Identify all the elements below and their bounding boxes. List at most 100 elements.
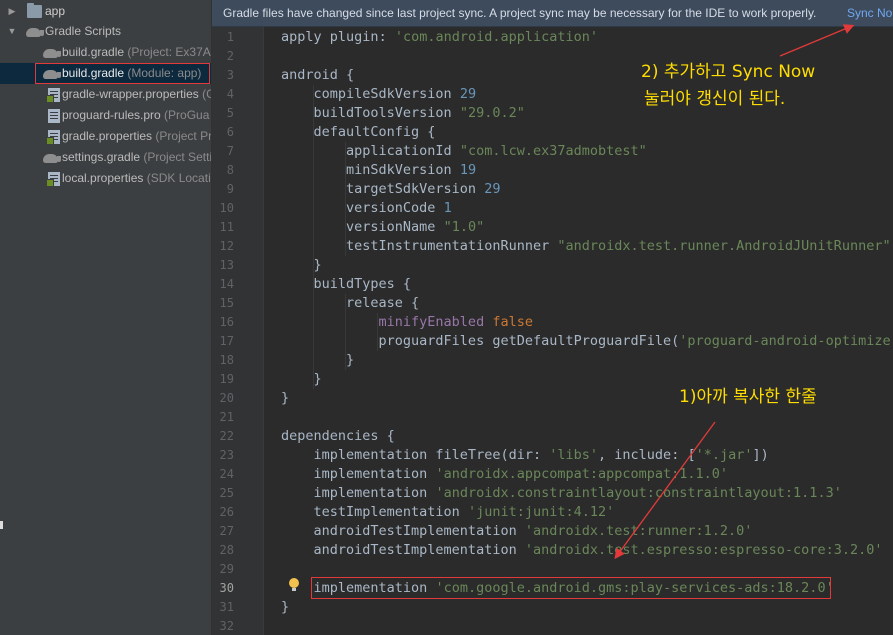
code-token: } <box>281 390 290 406</box>
chevron-right-icon[interactable]: ▶ <box>7 1 17 22</box>
code-line[interactable]: androidTestImplementation 'androidx.test… <box>281 522 753 541</box>
line-number: 5 <box>226 106 234 120</box>
tree-item-label: local.properties <box>62 171 144 185</box>
gradle-icon <box>26 28 44 37</box>
tree-item-hint: (Project Setti <box>140 150 211 164</box>
code-token: release { <box>281 295 420 311</box>
code-token: : <box>532 447 550 463</box>
gradle-icon <box>43 154 61 163</box>
code-line[interactable]: versionCode 1 <box>281 199 452 218</box>
gradle-icon <box>43 49 61 58</box>
code-token: false <box>492 314 533 330</box>
line-number: 9 <box>226 182 234 196</box>
tree-item-proguard-rules[interactable]: proguard-rules.pro (ProGua <box>0 105 211 126</box>
scroll-marker <box>0 521 3 529</box>
code-line[interactable]: applicationId "com.lcw.ex37admobtest" <box>281 142 647 161</box>
tree-item-hint: (Project Pr <box>152 129 211 143</box>
tree-item-build-gradle-module[interactable]: build.gradle (Module: app) <box>0 63 211 84</box>
tree-item-gradle-properties[interactable]: gradle.properties (Project Pr <box>0 126 211 147</box>
code-token: "29.0.2" <box>459 105 525 121</box>
code-token: } <box>281 257 322 273</box>
line-number: 25 <box>219 486 234 500</box>
code-token: "androidx.test.runner.AndroidJUnitRunner… <box>557 238 891 254</box>
code-line[interactable]: minifyEnabled false <box>281 313 533 332</box>
properties-file-icon <box>46 130 60 145</box>
code-token: minSdkVersion <box>281 162 460 178</box>
code-editor[interactable]: apply plugin: 'com.android.application' a… <box>265 27 893 635</box>
code-token: 'libs' <box>549 447 599 463</box>
tree-item-hint: (G <box>202 87 211 101</box>
tree-item-label: proguard-rules.pro <box>62 108 161 122</box>
tree-item-gradle-scripts[interactable]: ▼ Gradle Scripts <box>0 21 211 42</box>
line-number: 30 <box>219 581 234 595</box>
code-token: 29 <box>484 181 501 197</box>
code-token: "com.lcw.ex37admobtest" <box>459 143 647 159</box>
code-line[interactable]: dependencies { <box>281 427 395 446</box>
code-line[interactable]: implementation 'androidx.appcompat:appco… <box>281 465 729 484</box>
indent-guide <box>345 142 346 256</box>
code-line[interactable]: compileSdkVersion 29 <box>281 85 477 104</box>
sync-now-link[interactable]: Sync No <box>847 0 892 27</box>
code-line[interactable]: } <box>281 370 322 389</box>
code-line[interactable]: proguardFiles getDefaultProguardFile('pr… <box>281 332 893 351</box>
code-token: 'androidx.constraintlayout:constraintlay… <box>435 485 842 501</box>
code-line[interactable]: apply plugin: 'com.android.application' <box>281 28 598 47</box>
tree-item-label: gradle-wrapper.properties <box>62 87 199 101</box>
code-line[interactable]: implementation 'androidx.constraintlayou… <box>281 484 842 503</box>
code-token: androidTestImplementation <box>281 523 525 539</box>
code-line[interactable]: } <box>281 598 289 617</box>
code-token: } <box>281 599 290 615</box>
code-line[interactable]: buildToolsVersion "29.0.2" <box>281 104 525 123</box>
code-token: } <box>281 371 322 387</box>
tree-item-local-properties[interactable]: local.properties (SDK Locatio <box>0 168 211 189</box>
code-token: compileSdkVersion <box>281 86 460 102</box>
code-line[interactable]: android { <box>281 66 354 85</box>
sync-note-line2: 눌러야 갱신이 된다. <box>644 89 786 109</box>
code-token: apply <box>281 29 330 45</box>
tree-item-gradle-wrapper[interactable]: gradle-wrapper.properties (G <box>0 84 211 105</box>
code-token: 'androidx.appcompat:appcompat:1.1.0' <box>435 466 729 482</box>
tree-item-label: app <box>45 4 66 18</box>
code-line[interactable]: versionName "1.0" <box>281 218 484 237</box>
tree-item-build-gradle-project[interactable]: build.gradle (Project: Ex37A <box>0 42 211 63</box>
code-line[interactable]: } <box>281 256 322 275</box>
line-number: 2 <box>226 49 234 63</box>
code-line[interactable]: minSdkVersion 19 <box>281 161 476 180</box>
code-token: } <box>281 352 355 368</box>
code-line[interactable]: release { <box>281 294 419 313</box>
code-token: 19 <box>459 162 477 178</box>
code-line[interactable]: } <box>281 351 354 370</box>
code-token: ]) <box>752 447 769 463</box>
code-line[interactable]: buildTypes { <box>281 275 412 294</box>
line-number: 23 <box>219 448 234 462</box>
sync-note-line1: 2) 추가하고 Sync Now <box>641 62 816 82</box>
code-token: dir <box>508 447 533 463</box>
line-number: 15 <box>219 296 234 310</box>
chevron-down-icon[interactable]: ▼ <box>7 21 17 42</box>
tree-item-app[interactable]: ▶ app <box>0 1 211 22</box>
indent-guide <box>345 294 346 370</box>
code-token: 1 <box>443 200 452 216</box>
code-token: android { <box>281 67 355 83</box>
code-token: versionCode <box>281 200 444 216</box>
line-number: 8 <box>226 163 234 177</box>
properties-file-icon <box>46 172 60 187</box>
line-number: 32 <box>219 619 234 633</box>
tree-item-label: build.gradle <box>62 66 125 80</box>
code-line[interactable]: } <box>281 389 289 408</box>
code-line[interactable]: testInstrumentationRunner "androidx.test… <box>281 237 891 256</box>
code-line[interactable]: testImplementation 'junit:junit:4.12' <box>281 503 615 522</box>
added-line-highlight-box <box>311 577 831 599</box>
tree-item-settings-gradle[interactable]: settings.gradle (Project Setti <box>0 147 211 168</box>
code-line[interactable]: androidTestImplementation 'androidx.test… <box>281 541 883 560</box>
lightbulb-icon[interactable] <box>289 578 299 592</box>
tree-item-hint: (Project: Ex37A <box>124 45 211 59</box>
code-token: buildToolsVersion <box>281 105 460 121</box>
line-number: 6 <box>226 125 234 139</box>
line-number: 14 <box>219 277 234 291</box>
code-line[interactable]: defaultConfig { <box>281 123 436 142</box>
code-line[interactable]: implementation fileTree(dir: 'libs', inc… <box>281 446 769 465</box>
line-number: 31 <box>219 600 234 614</box>
tree-item-label: build.gradle <box>62 45 125 59</box>
line-number: 19 <box>219 372 234 386</box>
